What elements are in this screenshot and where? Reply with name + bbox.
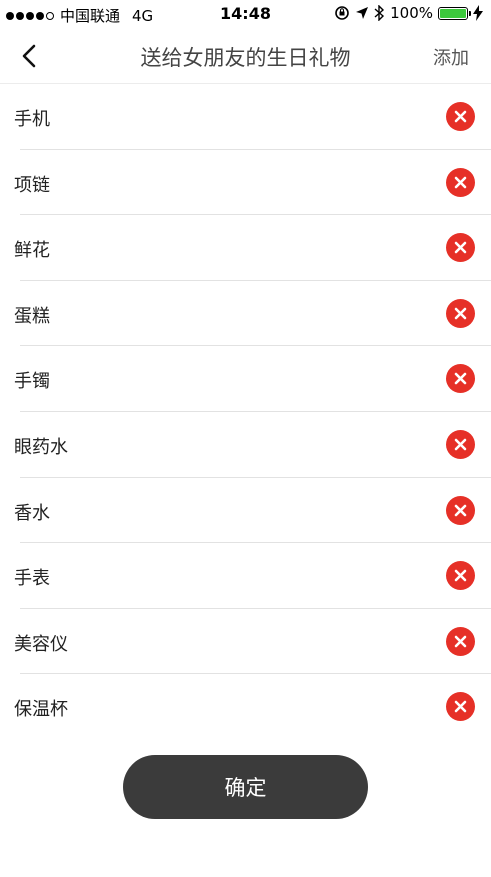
battery-level [440, 8, 466, 18]
list-item: 美容仪 [0, 609, 491, 675]
close-circle-icon [454, 373, 467, 385]
close-circle-icon [454, 438, 467, 451]
status-right: 100% [334, 4, 483, 22]
gift-list-screen: 中国联通 4G 14:48 100% 送给女朋友的生日礼物 添加 手机 项链 鲜… [0, 0, 491, 877]
item-label: 香水 [14, 502, 50, 524]
page-title: 送给女朋友的生日礼物 [140, 46, 351, 70]
rotation-lock-icon [335, 6, 349, 20]
item-label: 蛋糕 [14, 305, 50, 327]
close-circle-icon [454, 307, 467, 320]
close-circle-icon [454, 110, 467, 123]
bluetooth-icon [374, 5, 385, 21]
remove-item-button[interactable] [446, 233, 475, 263]
list-item: 蛋糕 [0, 281, 491, 347]
close-circle-icon [454, 569, 467, 582]
gift-list: 手机项链鲜花蛋糕手镯眼药水香水手表美容仪保温杯 [0, 84, 491, 740]
list-item: 保温杯 [0, 674, 491, 740]
remove-item-button[interactable] [446, 298, 475, 328]
nav-bar: 送给女朋友的生日礼物 添加 [0, 28, 491, 84]
list-item: 项链 [0, 150, 491, 216]
remove-item-button[interactable] [446, 102, 475, 131]
carrier-name: 中国联通 [60, 7, 121, 25]
list-item: 手镯 [0, 346, 491, 412]
item-label: 眼药水 [14, 436, 68, 458]
remove-item-button[interactable] [446, 626, 475, 656]
status-bar: 中国联通 4G 14:48 100% [0, 0, 491, 28]
remove-item-button[interactable] [446, 561, 475, 591]
list-item: 手机 [0, 84, 491, 150]
list-item: 手表 [0, 543, 491, 609]
confirm-button[interactable]: 确定 [123, 755, 368, 819]
item-label: 手镯 [14, 371, 50, 393]
item-label: 项链 [14, 174, 50, 196]
remove-item-button[interactable] [446, 429, 475, 459]
battery-percentage: 100% [390, 4, 433, 22]
add-button[interactable]: 添加 [433, 44, 469, 70]
item-label: 美容仪 [14, 633, 68, 655]
list-item: 眼药水 [0, 412, 491, 478]
signal-strength-icon [6, 11, 54, 20]
remove-item-button[interactable] [446, 167, 475, 197]
battery-icon [438, 6, 471, 20]
remove-item-button[interactable] [446, 692, 475, 722]
close-circle-icon [454, 635, 467, 648]
remove-item-button[interactable] [446, 495, 475, 525]
status-left: 中国联通 4G [6, 5, 153, 26]
close-circle-icon [454, 504, 467, 516]
list-item: 香水 [0, 478, 491, 544]
close-circle-icon [454, 176, 467, 188]
item-label: 手表 [14, 568, 50, 590]
location-arrow-icon [356, 7, 369, 19]
remove-item-button[interactable] [446, 364, 475, 394]
item-label: 手机 [14, 109, 50, 130]
close-circle-icon [454, 241, 467, 254]
network-type: 4G [132, 6, 154, 25]
charging-bolt-icon [473, 5, 483, 21]
item-label: 保温杯 [14, 699, 68, 721]
list-item: 鲜花 [0, 215, 491, 281]
item-label: 鲜花 [14, 240, 50, 262]
close-circle-icon [454, 701, 467, 713]
